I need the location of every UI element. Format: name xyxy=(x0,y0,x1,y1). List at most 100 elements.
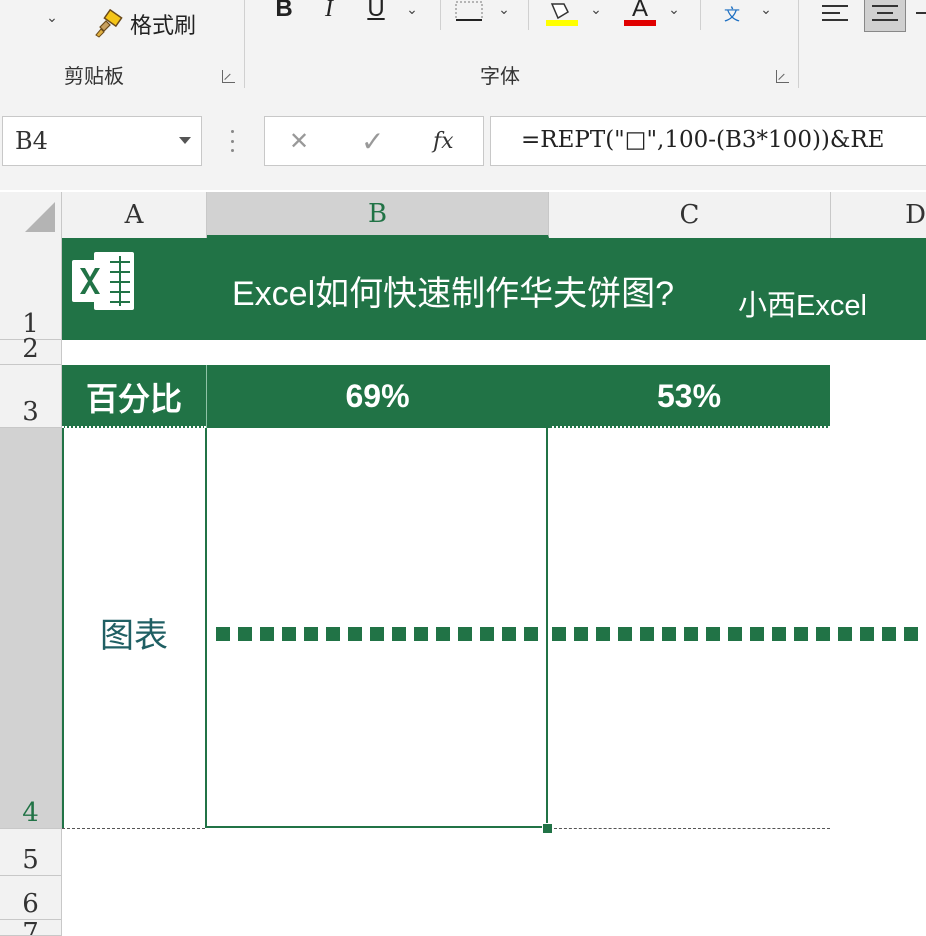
waffle-square xyxy=(684,627,698,641)
bold-button[interactable]: B xyxy=(270,0,298,24)
waffle-square xyxy=(860,627,874,641)
phonetic-button[interactable]: 文 xyxy=(716,0,748,26)
ribbon: ⌄ 格式刷 剪贴板 B I U ⌄ ⌄ ⌄ A ⌄ 文 ⌄ 字体 xyxy=(0,0,926,97)
select-all-corner[interactable] xyxy=(0,192,62,238)
row3-bottom-border xyxy=(62,426,206,428)
chart-label: 图表 xyxy=(100,616,168,656)
cell-a3-divider xyxy=(206,365,207,428)
formula-bar-grip-icon[interactable] xyxy=(231,130,235,152)
waffle-square xyxy=(816,627,830,641)
borders-button[interactable] xyxy=(454,0,484,24)
paintbrush-icon xyxy=(95,9,123,38)
paste-dropdown-arrow[interactable]: ⌄ xyxy=(40,6,64,30)
underline-dropdown[interactable]: ⌄ xyxy=(402,0,422,20)
waffle-square xyxy=(750,627,764,641)
waffle-square xyxy=(552,627,566,641)
align-left-button[interactable] xyxy=(818,0,852,28)
waffle-square xyxy=(794,627,808,641)
chevron-down-icon: ⌄ xyxy=(760,2,772,18)
group-separator xyxy=(244,0,245,88)
sheet-grid[interactable]: Excel如何快速制作华夫饼图? 小西Excel 百分比 69% 53% 图表 xyxy=(62,238,926,936)
group-separator xyxy=(700,0,701,30)
cell-b3[interactable]: 69% xyxy=(207,365,548,428)
waffle-square xyxy=(772,627,786,641)
group-separator xyxy=(528,0,529,30)
column-headers: A B C D xyxy=(0,192,926,239)
waffle-square xyxy=(904,627,918,641)
enter-icon[interactable]: ✓ xyxy=(361,125,384,158)
column-header-c[interactable]: C xyxy=(549,192,831,238)
row-headers: 1 2 3 4 5 6 7 xyxy=(0,238,62,936)
phonetic-icon: 文 xyxy=(723,5,740,24)
format-painter-button[interactable]: 格式刷 xyxy=(92,6,196,42)
font-color-button[interactable]: A xyxy=(622,0,658,28)
formula-buttons: ✕ ✓ fx xyxy=(264,116,484,166)
fill-handle[interactable] xyxy=(542,823,553,834)
formula-text: =REPT("□",100-(B3*100))&RE xyxy=(521,127,885,153)
clipboard-dialog-launcher[interactable] xyxy=(222,70,235,83)
waffle-squares-c4 xyxy=(552,627,926,642)
chevron-down-icon: ⌄ xyxy=(46,10,58,26)
row3-bottom-border xyxy=(552,426,830,428)
column-header-b[interactable]: B xyxy=(207,192,549,238)
font-color-dropdown[interactable]: ⌄ xyxy=(664,0,684,20)
fill-color-dropdown[interactable]: ⌄ xyxy=(586,0,606,20)
borders-dropdown[interactable]: ⌄ xyxy=(494,0,514,20)
excel-logo-icon xyxy=(72,252,134,310)
cell-a4-left-border xyxy=(62,428,64,828)
name-box[interactable]: B4 xyxy=(2,116,202,166)
row-header-7[interactable]: 7 xyxy=(0,920,61,936)
font-color-swatch xyxy=(624,20,656,26)
cell-c3[interactable]: 53% xyxy=(548,365,830,428)
cancel-icon[interactable]: ✕ xyxy=(289,127,309,155)
column-header-a[interactable]: A xyxy=(62,192,207,238)
row-header-5[interactable]: 5 xyxy=(0,829,61,876)
waffle-square xyxy=(706,627,720,641)
fill-bucket-icon xyxy=(546,3,578,26)
selected-cell-b4[interactable] xyxy=(205,428,548,828)
chevron-down-icon: ⌄ xyxy=(668,2,680,18)
banner-brand: 小西Excel xyxy=(738,290,867,322)
row-header-2[interactable]: 2 xyxy=(0,336,61,365)
fill-color-button[interactable] xyxy=(544,0,580,28)
waffle-square xyxy=(596,627,610,641)
formula-input[interactable]: =REPT("□",100-(B3*100))&RE xyxy=(490,116,926,166)
align-right-icon xyxy=(916,12,926,14)
chevron-down-icon: ⌄ xyxy=(590,2,602,18)
phonetic-dropdown[interactable]: ⌄ xyxy=(756,0,776,20)
banner-title: Excel如何快速制作华夫饼图? xyxy=(232,275,675,313)
group-separator xyxy=(440,0,441,30)
waffle-square xyxy=(574,627,588,641)
name-box-dropdown-icon[interactable] xyxy=(179,137,191,144)
font-color-letter: A xyxy=(631,0,648,22)
name-box-value: B4 xyxy=(15,127,48,155)
borders-icon xyxy=(455,1,483,21)
align-center-button[interactable] xyxy=(864,0,906,32)
waffle-square xyxy=(838,627,852,641)
row-header-6[interactable]: 6 xyxy=(0,876,61,920)
insert-function-icon[interactable]: fx xyxy=(433,129,454,154)
waffle-square xyxy=(640,627,654,641)
group-separator xyxy=(798,0,799,88)
row4-bottom-border xyxy=(62,828,205,829)
cell-a3[interactable]: 百分比 xyxy=(62,365,206,428)
underline-button[interactable]: U xyxy=(364,0,388,24)
font-dialog-launcher[interactable] xyxy=(776,70,789,83)
row-header-4[interactable]: 4 xyxy=(0,428,61,829)
align-center-icon xyxy=(872,5,898,21)
waffle-square xyxy=(662,627,676,641)
formula-bar: B4 ✕ ✓ fx =REPT("□",100-(B3*100))&RE xyxy=(0,96,926,190)
chevron-down-icon: ⌄ xyxy=(406,2,418,18)
chevron-down-icon: ⌄ xyxy=(498,2,510,18)
title-banner[interactable]: Excel如何快速制作华夫饼图? 小西Excel xyxy=(62,238,926,340)
row-header-3[interactable]: 3 xyxy=(0,365,61,428)
font-group-label: 字体 xyxy=(480,64,520,88)
align-right-button[interactable] xyxy=(914,0,926,28)
row4-bottom-border xyxy=(554,828,830,829)
waffle-square xyxy=(728,627,742,641)
italic-button[interactable]: I xyxy=(318,0,340,24)
waffle-square xyxy=(618,627,632,641)
column-header-d[interactable]: D xyxy=(831,192,926,238)
align-left-icon xyxy=(822,5,848,21)
row-header-1[interactable]: 1 xyxy=(0,238,61,340)
